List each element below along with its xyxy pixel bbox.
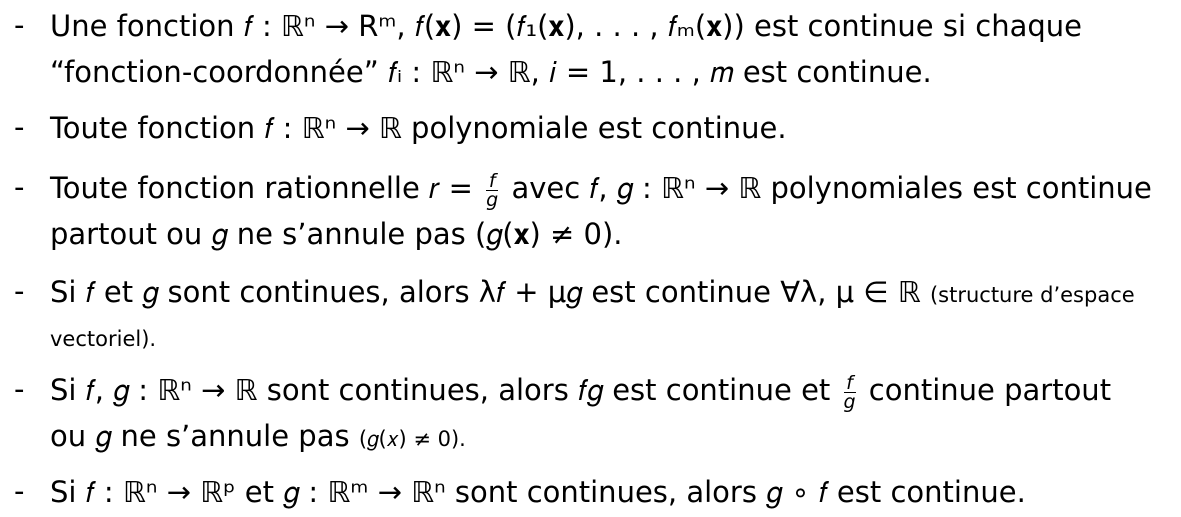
fraction: f g [486,171,499,211]
fraction-denominator: g [486,188,499,211]
fraction-numerator: f [486,171,499,191]
bullet-dash: - [14,474,25,508]
bullet-dash: - [14,170,25,204]
item-text-line: partout ou 𝑔 ne s’annule pas (𝑔(𝐱) ≠ 0). [50,217,623,251]
bullet-dash: - [14,110,25,144]
small-text-segment: (structure d’espace [929,283,1135,307]
bullet-dash: - [14,8,25,42]
item-text-line: “fonction-coordonnée” 𝑓ᵢ : ℝⁿ → ℝ, 𝑖 = 1… [50,55,932,89]
text-segment: avec 𝑓, 𝑔 : ℝⁿ → ℝ polynomiales est cont… [511,171,1152,205]
small-text-segment: vectoriel). [50,327,157,351]
text-segment: Si 𝑓 et 𝑔 sont continues, alors λ𝑓 + μ𝑔 … [50,275,921,309]
item-text-line: Une fonction 𝑓 : ℝⁿ → Rᵐ, 𝑓(𝐱) = (𝑓₁(𝐱),… [50,9,1082,43]
item-text-line: ou 𝑔 ne s’annule pas (𝑔(𝑥) ≠ 0). [50,418,466,457]
text-segment: ou 𝑔 ne s’annule pas [50,419,350,453]
fraction-numerator: f [843,373,856,393]
bullet-dash: - [14,372,25,406]
text-segment: Toute fonction rationnelle 𝑟 = [50,171,473,205]
item-text-line: vectoriel). [50,318,156,357]
item-text-line: Si 𝑓 et 𝑔 sont continues, alors λ𝑓 + μ𝑔 … [50,274,1135,313]
item-text-line: Si 𝑓, 𝑔 : ℝⁿ → ℝ sont continues, alors 𝑓… [50,372,1111,411]
bullet-dash: - [14,274,25,308]
small-text-segment: (𝑔(𝑥) ≠ 0). [358,427,466,451]
fraction: f g [843,373,856,413]
item-text-line: Toute fonction rationnelle 𝑟 = f g avec … [50,170,1152,209]
text-segment: continue partout [868,373,1112,407]
text-segment: Si 𝑓, 𝑔 : ℝⁿ → ℝ sont continues, alors 𝑓… [50,373,831,407]
fraction-denominator: g [843,390,856,413]
document-body: - Une fonction 𝑓 : ℝⁿ → Rᵐ, 𝑓(𝐱) = (𝑓₁(𝐱… [0,0,1181,517]
item-text-line: Si 𝑓 : ℝⁿ → ℝᵖ et 𝑔 : ℝᵐ → ℝⁿ sont conti… [50,475,1026,509]
item-text-line: Toute fonction 𝑓 : ℝⁿ → ℝ polynomiale es… [50,111,787,145]
